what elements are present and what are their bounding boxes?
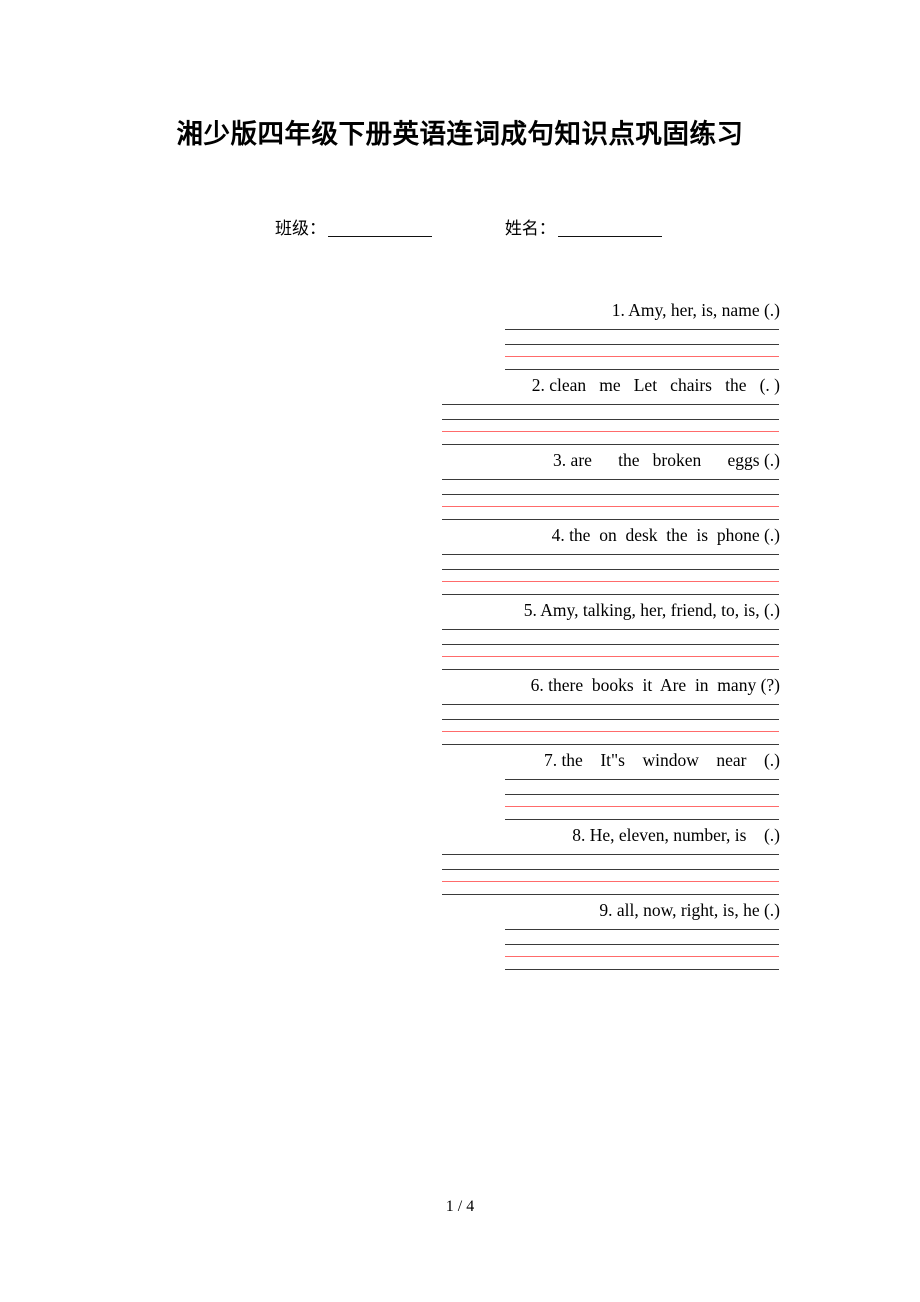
answer-writing-guide[interactable] xyxy=(0,479,920,523)
guide-line-black xyxy=(442,704,779,705)
question-text: 3. are the broken eggs (.) xyxy=(553,450,780,470)
guide-line-black xyxy=(442,519,779,520)
writing-guide-lines[interactable] xyxy=(505,329,779,373)
question-block: 9. all, now, right, is, he (.) xyxy=(0,898,920,973)
page-number-footer: 1 / 4 xyxy=(445,1198,475,1215)
answer-writing-guide[interactable] xyxy=(0,554,920,598)
question-text: 4. the on desk the is phone (.) xyxy=(551,525,780,545)
question-text: 8. He, eleven, number, is (.) xyxy=(572,825,780,845)
guide-line-red-baseline xyxy=(442,431,779,432)
question-text: 1. Amy, her, is, name (.) xyxy=(611,300,780,320)
guide-line-black xyxy=(442,744,779,745)
question-text: 9. all, now, right, is, he (.) xyxy=(599,900,780,920)
guide-line-black xyxy=(442,404,779,405)
answer-writing-guide[interactable] xyxy=(0,629,920,673)
question-block: 4. the on desk the is phone (.) xyxy=(0,523,920,598)
guide-line-red-baseline xyxy=(442,656,779,657)
question-text: 6. there books it Are in many (?) xyxy=(530,675,780,695)
guide-line-black xyxy=(442,494,779,495)
writing-guide-lines[interactable] xyxy=(442,554,779,598)
guide-line-black xyxy=(442,894,779,895)
guide-line-red-baseline xyxy=(442,881,779,882)
guide-line-black xyxy=(442,419,779,420)
guide-line-black xyxy=(505,969,779,970)
question-block: 5. Amy, talking, her, friend, to, is, (.… xyxy=(0,598,920,673)
writing-guide-lines[interactable] xyxy=(505,779,779,823)
answer-writing-guide[interactable] xyxy=(0,779,920,823)
guide-line-black xyxy=(442,594,779,595)
guide-line-red-baseline xyxy=(442,731,779,732)
answer-writing-guide[interactable] xyxy=(0,329,920,373)
guide-line-red-baseline xyxy=(505,356,779,357)
writing-guide-lines[interactable] xyxy=(442,479,779,523)
guide-line-black xyxy=(442,444,779,445)
guide-line-black xyxy=(442,569,779,570)
guide-line-black xyxy=(442,719,779,720)
guide-line-black xyxy=(505,329,779,330)
guide-line-black xyxy=(442,479,779,480)
worksheet-page: 湘少版四年级下册英语连词成句知识点巩固练习 班级： 姓名： 1. Amy, he… xyxy=(0,0,920,1302)
question-block: 7. the It"s window near (.) xyxy=(0,748,920,823)
writing-guide-lines[interactable] xyxy=(442,704,779,748)
writing-guide-lines[interactable] xyxy=(442,404,779,448)
guide-line-black xyxy=(442,869,779,870)
question-list: 1. Amy, her, is, name (.) 2. clean me Let… xyxy=(0,298,920,973)
class-input-blank[interactable] xyxy=(328,220,432,237)
guide-line-black xyxy=(505,929,779,930)
name-label: 姓名： xyxy=(504,219,556,239)
page-title: 湘少版四年级下册英语连词成句知识点巩固练习 xyxy=(176,119,744,150)
question-text: 5. Amy, talking, her, friend, to, is, (.… xyxy=(523,600,780,620)
guide-line-black xyxy=(505,944,779,945)
answer-writing-guide[interactable] xyxy=(0,929,920,973)
guide-line-black xyxy=(505,819,779,820)
writing-guide-lines[interactable] xyxy=(505,929,779,973)
guide-line-black xyxy=(442,554,779,555)
guide-line-red-baseline xyxy=(442,581,779,582)
answer-writing-guide[interactable] xyxy=(0,854,920,898)
question-text: 2. clean me Let chairs the (. ) xyxy=(531,375,780,395)
writing-guide-lines[interactable] xyxy=(442,854,779,898)
question-text: 7. the It"s window near (.) xyxy=(543,750,780,770)
question-block: 3. are the broken eggs (.) xyxy=(0,448,920,523)
guide-line-black xyxy=(442,644,779,645)
question-block: 2. clean me Let chairs the (. ) xyxy=(0,373,920,448)
guide-line-red-baseline xyxy=(442,506,779,507)
question-block: 8. He, eleven, number, is (.) xyxy=(0,823,920,898)
guide-line-black xyxy=(505,369,779,370)
answer-writing-guide[interactable] xyxy=(0,404,920,448)
question-block: 6. there books it Are in many (?) xyxy=(0,673,920,748)
guide-line-black xyxy=(442,854,779,855)
guide-line-black xyxy=(442,629,779,630)
class-field: 班级： xyxy=(275,214,432,239)
guide-line-black xyxy=(505,794,779,795)
class-label: 班级： xyxy=(275,219,326,239)
guide-line-black xyxy=(505,779,779,780)
guide-line-red-baseline xyxy=(505,806,779,807)
student-info-row: 班级： 姓名： xyxy=(275,214,755,239)
name-field: 姓名： xyxy=(505,214,662,239)
writing-guide-lines[interactable] xyxy=(442,629,779,673)
name-input-blank[interactable] xyxy=(557,220,662,237)
guide-line-black xyxy=(505,344,779,345)
answer-writing-guide[interactable] xyxy=(0,704,920,748)
question-block: 1. Amy, her, is, name (.) xyxy=(0,298,920,373)
guide-line-black xyxy=(442,669,779,670)
guide-line-red-baseline xyxy=(505,956,779,957)
